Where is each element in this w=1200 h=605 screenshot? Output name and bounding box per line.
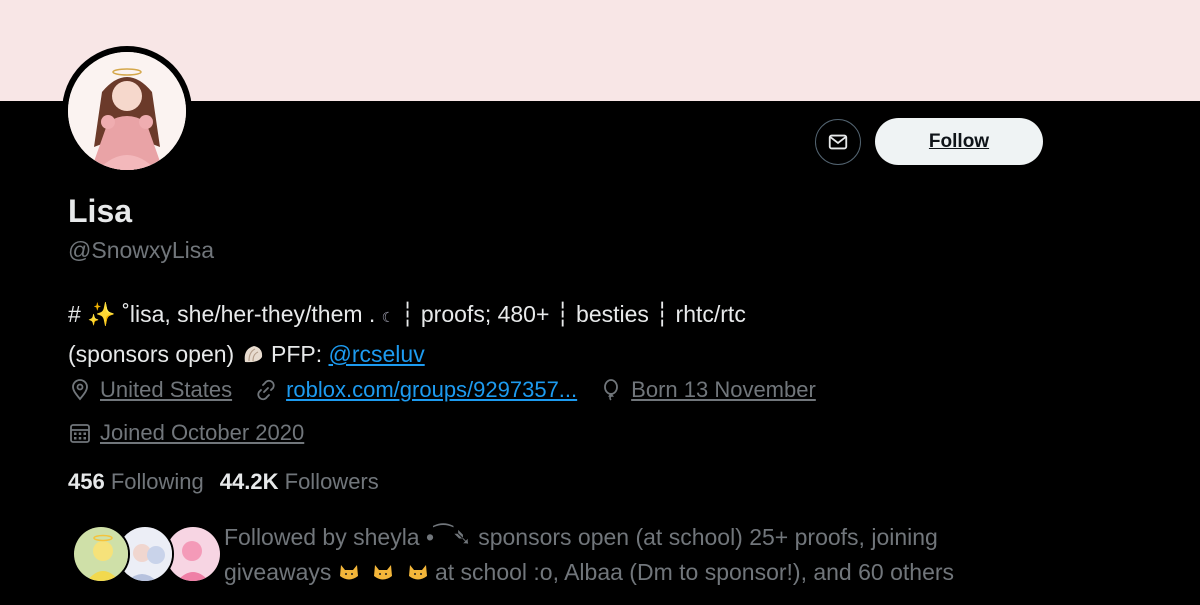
followed-by-line-1: Followed by sheyla •⁀➴ sponsors open (at… xyxy=(224,524,938,550)
display-name: Lisa xyxy=(68,193,133,229)
followers-count[interactable]: 44.2K Followers xyxy=(220,469,379,495)
bio-text: ┆ proofs; 480+ ┆ besties ┆ rhtc/rtc xyxy=(394,301,746,327)
bio-text: PFP: xyxy=(264,341,329,367)
birthday-text: Born 13 November xyxy=(631,377,816,402)
bio-text: # ✨ ˚lisa, she/her-they/them . xyxy=(68,301,382,327)
cat-face-icon xyxy=(408,565,427,580)
follow-button[interactable]: Follow xyxy=(875,118,1043,165)
moon-icon: ☾ xyxy=(381,310,395,326)
user-handle: @SnowxyLisa xyxy=(68,237,215,263)
website[interactable]: roblox.com/groups/9297357... xyxy=(254,377,577,403)
mail-icon xyxy=(828,134,848,150)
shell-icon xyxy=(244,346,262,363)
avatar-illustration xyxy=(68,52,186,170)
follow-stats: 456 Following 44.2K Followers xyxy=(68,469,395,495)
followed-by-avatars[interactable] xyxy=(72,525,222,585)
message-button[interactable] xyxy=(815,119,861,165)
calendar-icon xyxy=(70,424,90,443)
location-pin-icon xyxy=(72,379,88,401)
profile-bio: # ✨ ˚lisa, she/her-they/them . ☾ ┆ proof… xyxy=(68,296,968,372)
followed-by-text-part: giveaways xyxy=(224,559,332,585)
balloon-icon xyxy=(604,379,619,401)
followers-label: Followers xyxy=(284,469,379,494)
followers-number: 44.2K xyxy=(219,469,279,494)
location-text: United States xyxy=(100,377,233,402)
followed-by-line-2: giveaways at school :o, Albaa (Dm to spo… xyxy=(224,555,1044,590)
following-count[interactable]: 456 Following xyxy=(68,469,204,495)
bio-text: (sponsors open) xyxy=(68,341,241,367)
profile-meta-row-1: United States roblox.com/groups/9297357.… xyxy=(68,377,838,403)
avatar xyxy=(72,525,130,583)
profile-meta-row-2: Joined October 2020 xyxy=(68,420,326,446)
join-date-text: Joined October 2020 xyxy=(100,420,305,445)
cat-face-icon xyxy=(339,565,358,580)
cat-face-icon xyxy=(374,565,393,580)
birthday: Born 13 November xyxy=(599,377,816,403)
bio-line-2: (sponsors open) PFP: @rcseluv xyxy=(68,336,968,372)
profile-avatar[interactable] xyxy=(62,46,192,176)
following-number: 456 xyxy=(68,469,105,494)
following-label: Following xyxy=(110,469,204,494)
website-link[interactable]: roblox.com/groups/9297357... xyxy=(286,377,577,403)
mention-link[interactable]: @rcseluv xyxy=(329,341,425,367)
followed-by-text[interactable]: Followed by sheyla •⁀➴ sponsors open (at… xyxy=(224,520,1044,590)
location: United States xyxy=(68,377,232,403)
link-icon xyxy=(257,379,275,401)
bio-line-1: # ✨ ˚lisa, she/her-they/them . ☾ ┆ proof… xyxy=(68,296,968,336)
join-date: Joined October 2020 xyxy=(68,420,304,446)
followed-by-text-part: at school :o, Albaa (Dm to sponsor!), an… xyxy=(428,559,955,585)
